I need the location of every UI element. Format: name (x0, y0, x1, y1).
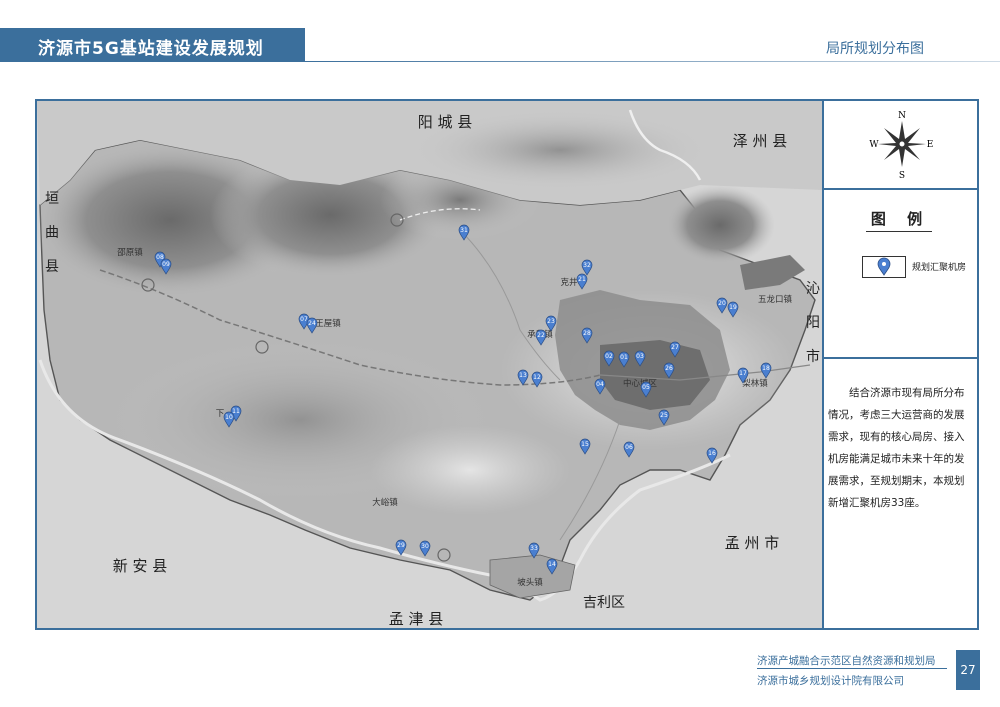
panel-divider (822, 101, 824, 628)
town-label: 王屋镇 (315, 318, 341, 329)
legend-underline (866, 231, 932, 232)
region-label-vertical: 曲 (45, 225, 59, 241)
town-label: 大峪镇 (372, 497, 398, 508)
marker-label: 28 (583, 330, 591, 337)
page-number: 27 (956, 650, 980, 690)
town-label: 邵原镇 (117, 247, 143, 258)
legend-title: 图 例 (870, 210, 931, 228)
marker-label: 33 (530, 545, 538, 552)
marker-label: 27 (671, 344, 679, 351)
region-label: 孟 津 县 (389, 610, 444, 628)
legend-label: 规划汇聚机房 (912, 263, 967, 273)
marker-label: 13 (519, 372, 527, 379)
header-rule (305, 61, 1000, 62)
marker-label: 24 (308, 320, 316, 327)
region-label: 孟 州 市 (725, 534, 780, 552)
marker-label: 19 (729, 304, 737, 311)
town-label: 梨林镇 (742, 378, 768, 389)
marker-label: 18 (762, 365, 770, 372)
footer-rule (757, 668, 947, 669)
mountain-northeast (665, 185, 775, 265)
marker-label: 17 (739, 370, 747, 377)
description-text: 结合济源市现有局所分布情况，考虑三大运营商的发展需求，现有的核心局房、接入机房能… (828, 387, 965, 509)
region-label-vertical: 垣 (45, 191, 59, 207)
compass-e: E (927, 140, 934, 150)
marker-label: 21 (578, 276, 586, 283)
region-label: 阳 城 县 (418, 113, 473, 131)
town-label: 坡头镇 (517, 577, 543, 588)
marker-label: 20 (718, 300, 726, 307)
urban-core (600, 340, 710, 410)
legend-marker-icon (877, 257, 891, 276)
town-label: 中心城区 (623, 378, 658, 389)
marker-label: 22 (537, 332, 545, 339)
page-title: 济源市5G基站建设发展规划 (38, 39, 264, 59)
town-label: 五龙口镇 (758, 294, 793, 305)
region-label-vertical: 市 (806, 348, 820, 365)
map-panel[interactable]: 阳 城 县泽 州 县孟 州 市新 安 县孟 津 县 吉利区 垣曲县沁阳市 邵原镇王屋… (37, 101, 822, 628)
region-label-vertical: 县 (45, 259, 59, 275)
marker-label: 12 (533, 374, 541, 381)
marker-label: 15 (581, 441, 589, 448)
footer-org2: 济源市城乡规划设计院有限公司 (757, 675, 904, 687)
marker-label: 10 (225, 414, 233, 421)
marker-label: 03 (636, 353, 644, 360)
marker-label: 04 (596, 381, 604, 388)
legend-divider-bottom (824, 357, 977, 359)
marker-label: 29 (397, 542, 405, 549)
region-label: 吉利区 (583, 595, 625, 611)
marker-label: 14 (548, 561, 556, 568)
plain-south (370, 425, 570, 515)
marker-label: 01 (620, 354, 628, 361)
town-label: 克井 (560, 277, 577, 288)
region-label: 泽 州 县 (733, 132, 788, 150)
marker-label: 30 (421, 543, 429, 550)
compass-s: S (899, 171, 905, 180)
legend-divider-top (824, 188, 977, 190)
region-label: 新 安 县 (113, 557, 168, 575)
map-title: 局所规划分布图 (826, 41, 924, 57)
marker-label: 31 (460, 227, 468, 234)
marker-label: 16 (708, 450, 716, 457)
region-label-vertical: 沁 (806, 281, 820, 297)
compass-n: N (898, 111, 906, 121)
marker-label: 26 (665, 365, 673, 372)
marker-label: 06 (625, 444, 633, 451)
compass-w: W (869, 140, 879, 150)
marker-label: 02 (605, 353, 613, 360)
footer-org1: 济源产城融合示范区自然资源和规划局 (757, 655, 936, 667)
title-bar: 济源市5G基站建设发展规划 (0, 28, 305, 62)
region-label-vertical: 阳 (806, 315, 820, 331)
town-label: 下 (216, 409, 225, 419)
marker-label: 23 (547, 318, 555, 325)
marker-label: 05 (642, 384, 650, 391)
compass-rose: N S W E (869, 111, 934, 180)
marker-label: 32 (583, 262, 591, 269)
marker-label: 09 (162, 261, 170, 268)
map-canvas[interactable]: 阳 城 县泽 州 县孟 州 市新 安 县孟 津 县 吉利区 垣曲县沁阳市 邵原镇王屋… (37, 101, 822, 628)
legend-symbol-box (862, 256, 906, 278)
marker-label: 25 (660, 412, 668, 419)
